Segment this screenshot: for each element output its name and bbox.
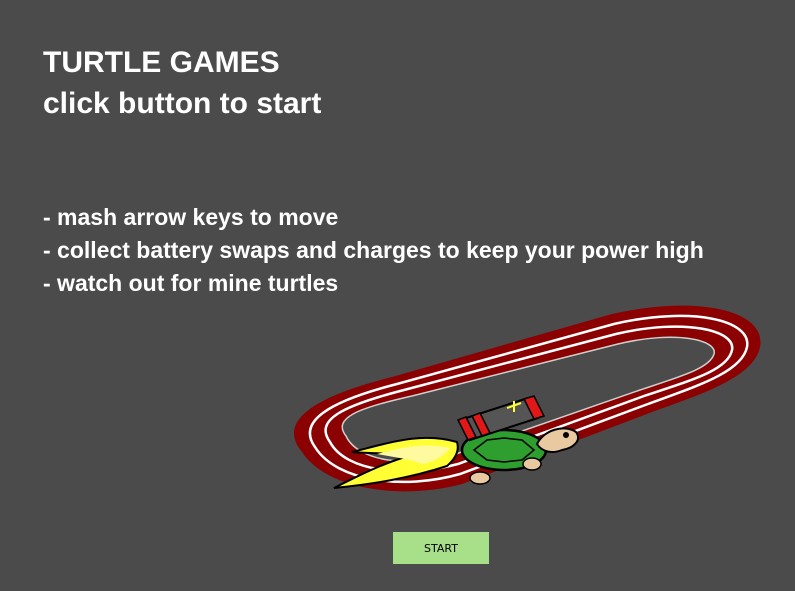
turtle-track-illustration	[294, 305, 761, 492]
game-title: TURTLE GAMES	[43, 46, 280, 79]
start-prompt: click button to start	[43, 87, 322, 120]
start-button[interactable]: START	[393, 532, 489, 564]
instruction-mines: - watch out for mine turtles	[43, 270, 339, 296]
instruction-batteries: - collect battery swaps and charges to k…	[43, 237, 704, 263]
game-start-screen: TURTLE GAMES click button to start - mas…	[0, 0, 795, 591]
instruction-move: - mash arrow keys to move	[43, 204, 339, 230]
instructions-list: - mash arrow keys to move - collect batt…	[43, 201, 704, 300]
title-block: TURTLE GAMES click button to start	[43, 42, 321, 124]
